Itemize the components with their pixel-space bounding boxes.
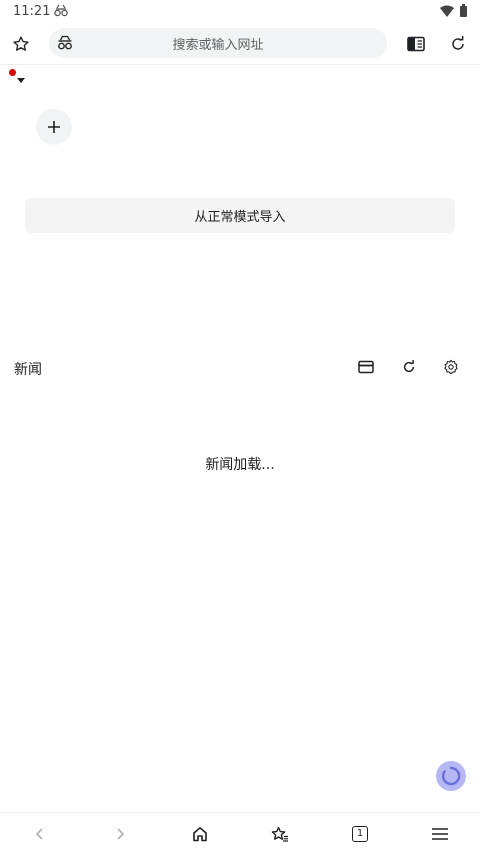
assistant-fab-button[interactable] [436,761,466,791]
news-title: 新闻 [14,362,42,378]
news-header: 新闻 [0,352,480,382]
search-placeholder: 搜索或输入网址 [172,38,264,53]
card-view-icon [358,360,374,374]
bookmarks-icon [271,826,289,842]
menu-button[interactable] [410,813,470,855]
settings-gear-icon [443,359,459,375]
forward-icon [115,827,125,841]
browser-toolbar: 搜索或输入网址 [0,24,480,65]
forward-button[interactable] [90,813,150,855]
plus-icon [47,120,61,134]
home-button[interactable] [170,813,230,855]
loading-spinner-icon [441,766,461,786]
home-icon [192,826,208,842]
wifi-icon [440,5,454,17]
news-loading-text: 新闻加载... [205,457,275,473]
add-shortcut-button[interactable] [36,109,72,145]
reader-mode-icon [407,36,425,52]
battery-icon [460,4,467,17]
bookmark-star-button[interactable] [1,24,41,64]
status-bar: 11:21 [0,0,480,24]
import-from-normal-mode-button[interactable]: 从正常模式导入 [25,198,455,233]
bottom-navigation-bar: 1 [0,812,480,855]
status-time: 11:21 [13,4,51,19]
menu-icon [431,827,449,841]
caret-down-icon[interactable] [17,78,25,83]
tabs-icon: 1 [352,826,368,842]
reload-button[interactable] [438,24,478,64]
reload-icon [450,36,466,52]
tabs-button[interactable]: 1 [330,813,390,855]
card-view-button[interactable] [354,355,378,379]
star-icon [12,35,30,53]
news-settings-button[interactable] [439,355,463,379]
address-bar[interactable]: 搜索或输入网址 [49,28,387,58]
profile-indicator-dot[interactable] [9,69,16,76]
news-refresh-button[interactable] [397,355,421,379]
back-button[interactable] [10,813,70,855]
bookmarks-button[interactable] [250,813,310,855]
back-icon [35,827,45,841]
refresh-icon [402,360,416,374]
reader-mode-button[interactable] [396,24,436,64]
glasses-icon [54,4,68,18]
